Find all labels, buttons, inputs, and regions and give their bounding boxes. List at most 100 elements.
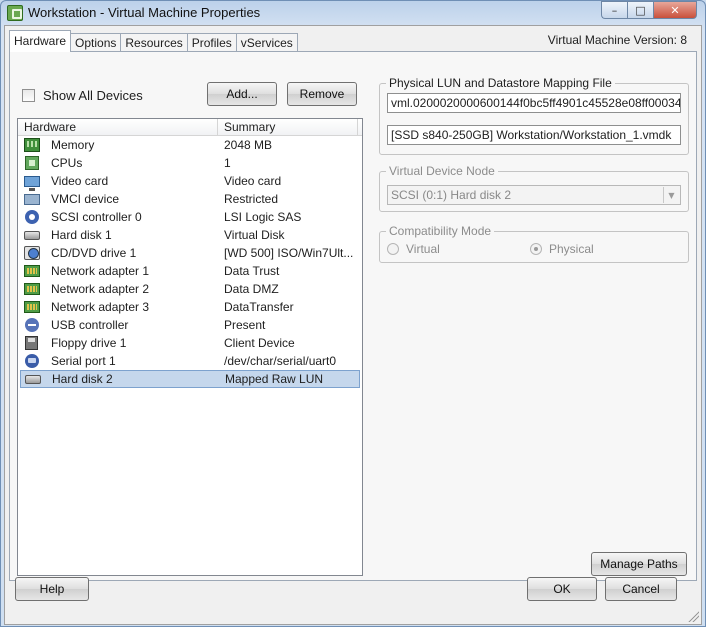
- hardware-row-video-card[interactable]: Video card Video card: [20, 172, 360, 191]
- row-name: CPUs: [51, 156, 83, 170]
- hardware-row-usb-controller[interactable]: USB controller Present: [20, 316, 360, 334]
- compatibility-mode-legend: Compatibility Mode: [386, 224, 495, 238]
- show-all-devices-row[interactable]: Show All Devices: [22, 88, 143, 103]
- hardware-row-cpus[interactable]: CPUs 1: [20, 154, 360, 172]
- show-all-devices-checkbox[interactable]: [22, 89, 35, 102]
- compatibility-mode-group: Compatibility Mode Virtual Physical: [379, 224, 689, 263]
- vmci-device-icon: [24, 193, 40, 205]
- row-summary: 2048 MB: [224, 138, 273, 152]
- radio-virtual-button[interactable]: [387, 243, 399, 255]
- row-summary: Video card: [224, 174, 282, 188]
- row-summary: Virtual Disk: [224, 228, 285, 242]
- mapping-file-field[interactable]: [SSD s840-250GB] Workstation/Workstation…: [387, 125, 681, 145]
- row-name: Hard disk 1: [51, 228, 112, 242]
- tab-hardware[interactable]: Hardware: [9, 30, 72, 52]
- show-all-devices-label: Show All Devices: [43, 88, 143, 103]
- help-button[interactable]: Help: [15, 577, 89, 601]
- lun-mapping-group: Physical LUN and Datastore Mapping File …: [379, 76, 689, 155]
- tab-vservices[interactable]: vServices: [235, 33, 298, 52]
- row-name: CD/DVD drive 1: [51, 246, 137, 260]
- network-adapter-icon: [24, 283, 40, 295]
- row-summary: LSI Logic SAS: [224, 210, 302, 224]
- row-name: Network adapter 2: [51, 282, 150, 296]
- hard-disk-icon: [25, 374, 41, 384]
- remove-button[interactable]: Remove: [287, 82, 357, 106]
- hardware-row-network-adapter-1[interactable]: Network adapter 1 Data Trust: [20, 262, 360, 280]
- serial-port-icon: [25, 354, 39, 368]
- properties-window: Workstation - Virtual Machine Properties…: [0, 0, 706, 627]
- hardware-row-hard-disk-2[interactable]: Hard disk 2 Mapped Raw LUN: [20, 370, 360, 388]
- row-summary: Mapped Raw LUN: [225, 372, 324, 386]
- hardware-row-scsi-controller-0[interactable]: SCSI controller 0 LSI Logic SAS: [20, 208, 360, 226]
- hardware-row-network-adapter-2[interactable]: Network adapter 2 Data DMZ: [20, 280, 360, 298]
- virtual-device-node-value: SCSI (0:1) Hard disk 2: [391, 188, 512, 202]
- vm-version-label: Virtual Machine Version: 8: [547, 33, 687, 47]
- window-title: Workstation - Virtual Machine Properties: [28, 5, 261, 20]
- row-name: Serial port 1: [51, 354, 116, 368]
- column-header-hardware[interactable]: Hardware: [18, 119, 218, 135]
- dialog-client-area: Hardware Options Resources Profiles vSer…: [4, 25, 702, 625]
- row-summary: Restricted: [224, 192, 279, 206]
- radio-physical[interactable]: Physical: [530, 242, 594, 256]
- row-name: Floppy drive 1: [51, 336, 127, 350]
- lun-mapping-legend: Physical LUN and Datastore Mapping File: [386, 76, 615, 90]
- title-bar[interactable]: Workstation - Virtual Machine Properties…: [1, 1, 705, 25]
- row-summary: DataTransfer: [224, 300, 294, 314]
- maximize-button[interactable]: □: [627, 1, 653, 19]
- resize-grip-icon[interactable]: [687, 610, 699, 622]
- hardware-row-vmci-device[interactable]: VMCI device Restricted: [20, 190, 360, 208]
- add-button[interactable]: Add...: [207, 82, 277, 106]
- hardware-rows: Memory 2048 MB CPUs 1 Video card Video c…: [18, 136, 362, 388]
- virtual-device-node-group: Virtual Device Node SCSI (0:1) Hard disk…: [379, 164, 689, 212]
- ok-button[interactable]: OK: [527, 577, 597, 601]
- column-header-summary[interactable]: Summary: [218, 119, 358, 135]
- row-summary: 1: [224, 156, 231, 170]
- hardware-row-memory[interactable]: Memory 2048 MB: [20, 136, 360, 154]
- row-name: Network adapter 1: [51, 264, 150, 278]
- tab-options[interactable]: Options: [70, 33, 122, 52]
- radio-virtual[interactable]: Virtual: [387, 242, 440, 256]
- hard-disk-icon: [24, 230, 40, 240]
- hardware-row-cd-dvd-drive-1[interactable]: CD/DVD drive 1 [WD 500] ISO/Win7Ult...: [20, 244, 360, 262]
- virtual-device-node-select[interactable]: SCSI (0:1) Hard disk 2 ▼: [387, 185, 681, 205]
- window-controls: – □ ✕: [601, 1, 697, 19]
- hardware-row-floppy-drive-1[interactable]: Floppy drive 1 Client Device: [20, 334, 360, 352]
- row-summary: Client Device: [224, 336, 295, 350]
- radio-physical-label: Physical: [549, 242, 594, 256]
- tab-strip: Hardware Options Resources Profiles vSer…: [9, 30, 298, 52]
- hardware-tab-panel: Show All Devices Add... Remove Hardware …: [9, 51, 697, 581]
- vm-properties-app-icon: [7, 5, 23, 21]
- row-summary: [WD 500] ISO/Win7Ult...: [224, 246, 354, 260]
- row-name: Memory: [51, 138, 95, 152]
- hardware-row-network-adapter-3[interactable]: Network adapter 3 DataTransfer: [20, 298, 360, 316]
- virtual-device-node-legend: Virtual Device Node: [386, 164, 498, 178]
- network-adapter-icon: [24, 301, 40, 313]
- tab-resources[interactable]: Resources: [120, 33, 188, 52]
- row-name: SCSI controller 0: [51, 210, 142, 224]
- scsi-controller-icon: [25, 210, 39, 224]
- hardware-list-header: Hardware Summary: [18, 119, 362, 136]
- floppy-drive-icon: [25, 336, 38, 350]
- hardware-row-serial-port-1[interactable]: Serial port 1 /dev/char/serial/uart0: [20, 352, 360, 370]
- row-summary: Data DMZ: [224, 282, 279, 296]
- hardware-list: Hardware Summary Memory 2048 MB CPUs 1 V…: [17, 118, 363, 576]
- row-summary: /dev/char/serial/uart0: [224, 354, 337, 368]
- chevron-down-icon[interactable]: ▼: [663, 187, 679, 203]
- minimize-button[interactable]: –: [601, 1, 627, 19]
- manage-paths-button[interactable]: Manage Paths: [591, 552, 687, 576]
- row-summary: Present: [224, 318, 266, 332]
- cancel-button[interactable]: Cancel: [605, 577, 677, 601]
- row-name: Video card: [51, 174, 109, 188]
- radio-virtual-label: Virtual: [406, 242, 440, 256]
- close-button[interactable]: ✕: [653, 1, 697, 19]
- tab-profiles[interactable]: Profiles: [186, 33, 237, 52]
- hardware-row-hard-disk-1[interactable]: Hard disk 1 Virtual Disk: [20, 226, 360, 244]
- row-summary: Data Trust: [224, 264, 280, 278]
- cpu-icon: [25, 156, 39, 170]
- row-name: USB controller: [51, 318, 129, 332]
- lun-id-field[interactable]: vml.0200020000600144f0bc5ff4901c45528e08…: [387, 93, 681, 113]
- row-name: Hard disk 2: [52, 372, 113, 386]
- memory-icon: [24, 138, 40, 152]
- usb-controller-icon: [25, 318, 39, 332]
- radio-physical-button[interactable]: [530, 243, 542, 255]
